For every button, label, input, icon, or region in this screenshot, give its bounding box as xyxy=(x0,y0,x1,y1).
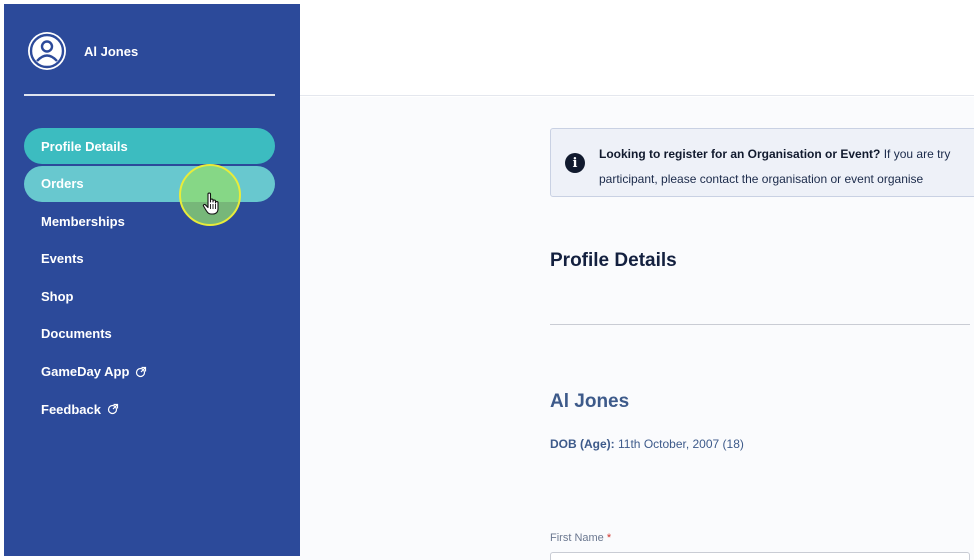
profile-name: Al Jones xyxy=(550,391,630,412)
external-link-icon xyxy=(135,366,147,378)
sidebar: Al Jones Profile Details Orders Membersh… xyxy=(4,4,300,556)
sidebar-item-gameday-app[interactable]: GameDay App xyxy=(24,354,275,390)
section-divider xyxy=(550,324,970,325)
dob-value: 11th October, 2007 (18) xyxy=(618,437,744,451)
sidebar-item-label: Orders xyxy=(41,176,84,192)
sidebar-item-label: Profile Details xyxy=(41,138,128,154)
sidebar-nav: Profile Details Orders Memberships Event… xyxy=(24,128,275,429)
user-profile[interactable]: Al Jones xyxy=(28,28,138,74)
required-mark: * xyxy=(606,532,612,544)
alert-title: Looking to register for an Organisation … xyxy=(599,147,881,161)
sidebar-item-label: Events xyxy=(41,251,84,267)
top-bar xyxy=(300,0,974,96)
hand-pointer-icon xyxy=(202,192,222,221)
info-icon: i xyxy=(565,153,585,173)
sidebar-divider xyxy=(24,94,275,96)
sidebar-item-profile-details[interactable]: Profile Details xyxy=(24,128,275,164)
alert-body-line1: If you are try xyxy=(883,147,951,161)
first-name-label-text: First Name xyxy=(550,532,604,544)
alert-body-line2: participant, please contact the organisa… xyxy=(599,172,924,186)
external-link-icon xyxy=(107,403,119,415)
sidebar-item-feedback[interactable]: Feedback xyxy=(24,391,275,427)
first-name-label: First Name * xyxy=(550,532,611,544)
sidebar-item-label: Shop xyxy=(41,288,74,304)
sidebar-item-label: GameDay App xyxy=(41,364,130,380)
user-circle-icon xyxy=(28,32,66,70)
sidebar-item-events[interactable]: Events xyxy=(24,241,275,277)
sidebar-item-label: Feedback xyxy=(41,401,101,417)
sidebar-item-label: Memberships xyxy=(41,213,125,229)
user-name: Al Jones xyxy=(84,43,139,59)
sidebar-item-shop[interactable]: Shop xyxy=(24,278,275,314)
dob-label: DOB (Age): xyxy=(550,437,615,451)
alert-message: Looking to register for an Organisation … xyxy=(599,142,974,192)
sidebar-item-documents[interactable]: Documents xyxy=(24,316,275,352)
dob-row: DOB (Age): 11th October, 2007 (18) xyxy=(550,437,744,451)
page-title: Profile Details xyxy=(550,250,677,271)
sidebar-item-label: Documents xyxy=(41,326,112,342)
first-name-field[interactable] xyxy=(550,552,970,560)
info-alert: i Looking to register for an Organisatio… xyxy=(550,128,974,197)
